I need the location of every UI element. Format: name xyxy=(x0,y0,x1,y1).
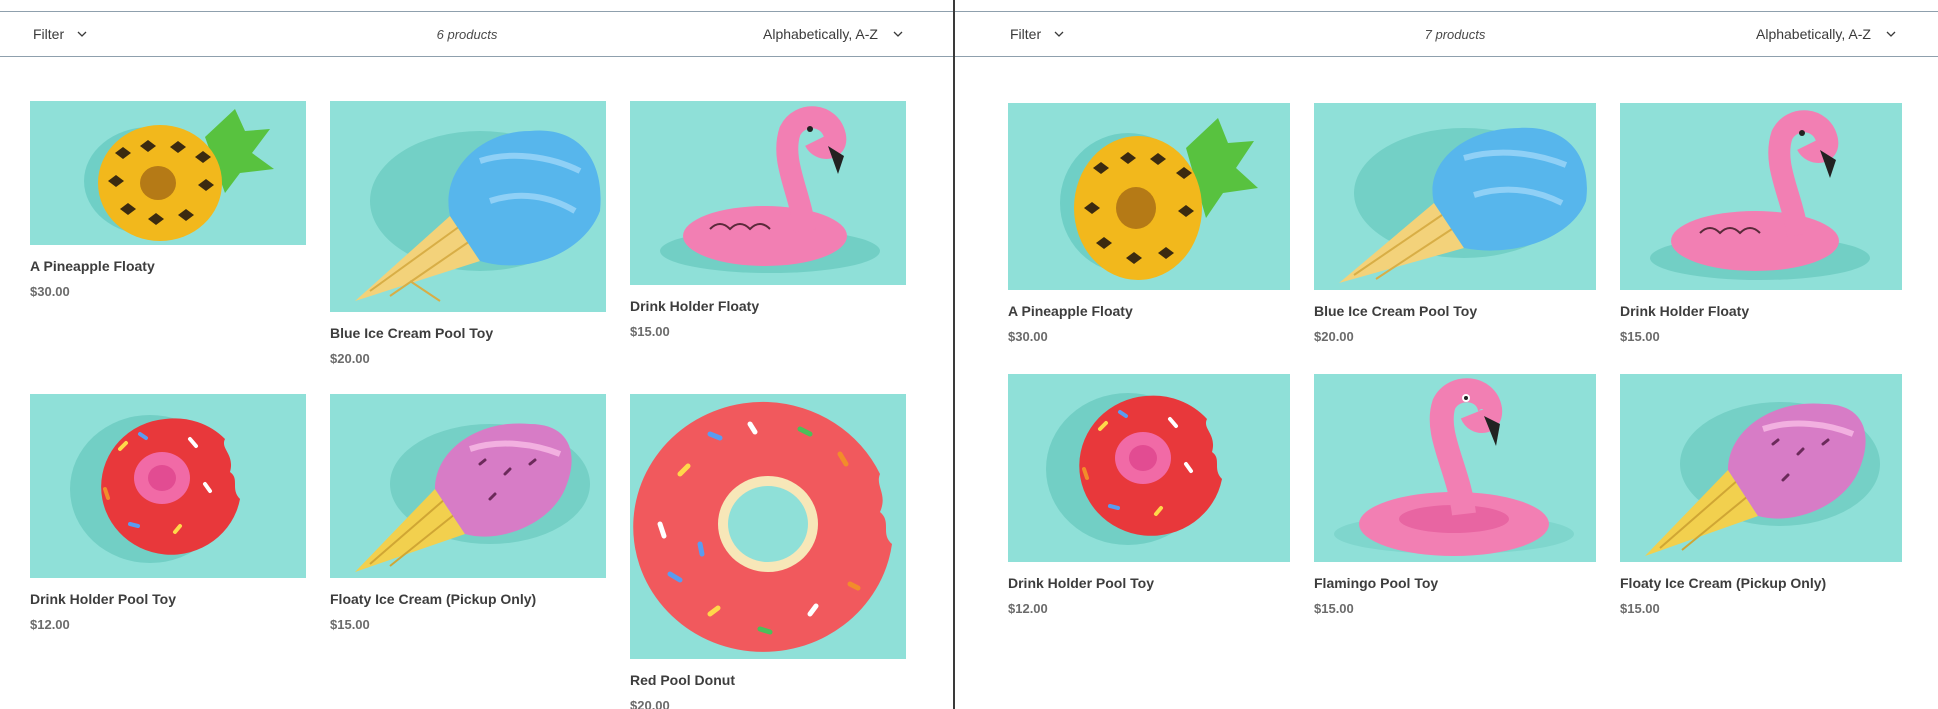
sort-label: Alphabetically, A-Z xyxy=(763,26,878,42)
product-price: $12.00 xyxy=(1008,601,1048,616)
product-title[interactable]: Blue Ice Cream Pool Toy xyxy=(330,325,606,341)
product-card[interactable]: Drink Holder Floaty $15.00 xyxy=(630,101,906,339)
red-donut-icon[interactable] xyxy=(630,394,906,659)
product-price: $20.00 xyxy=(330,351,370,366)
product-card[interactable]: Blue Ice Cream Pool Toy $20.00 xyxy=(330,101,606,366)
product-title[interactable]: A Pineapple Floaty xyxy=(1008,303,1290,319)
product-price: $30.00 xyxy=(1008,329,1048,344)
pineapple-floaty-icon[interactable] xyxy=(1008,103,1290,290)
product-count: 7 products xyxy=(1424,26,1486,42)
product-price: $20.00 xyxy=(630,698,670,709)
filter-label: Filter xyxy=(1010,26,1042,42)
product-title[interactable]: Blue Ice Cream Pool Toy xyxy=(1314,303,1596,319)
product-price: $30.00 xyxy=(30,284,70,299)
product-title[interactable]: Drink Holder Floaty xyxy=(1620,303,1902,319)
product-price: $15.00 xyxy=(1620,329,1660,344)
pineapple-floaty-icon[interactable] xyxy=(30,101,306,245)
product-title[interactable]: Drink Holder Pool Toy xyxy=(1008,575,1290,591)
product-card[interactable]: Drink Holder Floaty $15.00 xyxy=(1620,103,1902,344)
product-card[interactable]: Drink Holder Pool Toy $12.00 xyxy=(30,394,306,632)
product-card[interactable]: Drink Holder Pool Toy $12.00 xyxy=(1008,374,1290,616)
sort-label: Alphabetically, A-Z xyxy=(1756,26,1871,42)
blue-ice-cream-icon[interactable] xyxy=(1314,103,1596,290)
filter-label: Filter xyxy=(33,26,65,42)
filter-button[interactable]: Filter xyxy=(33,12,88,56)
product-title[interactable]: Red Pool Donut xyxy=(630,672,906,688)
product-title[interactable]: A Pineapple Floaty xyxy=(30,258,306,274)
product-card[interactable]: Blue Ice Cream Pool Toy $20.00 xyxy=(1314,103,1596,344)
product-title[interactable]: Drink Holder Floaty xyxy=(630,298,906,314)
filter-button[interactable]: Filter xyxy=(1010,12,1065,56)
product-collection-left: Filter 6 products Alphabetically, A-Z A … xyxy=(0,0,953,709)
flamingo-drink-holder-icon[interactable] xyxy=(1620,103,1902,290)
product-count: 6 products xyxy=(436,26,498,42)
product-price: $15.00 xyxy=(1620,601,1660,616)
product-card[interactable]: Floaty Ice Cream (Pickup Only) $15.00 xyxy=(1620,374,1902,616)
product-price: $15.00 xyxy=(330,617,370,632)
flamingo-drink-holder-icon[interactable] xyxy=(630,101,906,285)
collection-toolbar: Filter 6 products Alphabetically, A-Z xyxy=(0,11,953,57)
product-card[interactable]: A Pineapple Floaty $30.00 xyxy=(1008,103,1290,344)
product-card[interactable]: Flamingo Pool Toy $15.00 xyxy=(1314,374,1596,616)
chevron-down-icon xyxy=(893,31,903,37)
chevron-down-icon xyxy=(1886,31,1896,37)
collection-toolbar: Filter 7 products Alphabetically, A-Z xyxy=(955,11,1938,57)
chevron-down-icon xyxy=(1054,31,1064,37)
pink-ice-cream-icon[interactable] xyxy=(1620,374,1902,562)
product-title[interactable]: Floaty Ice Cream (Pickup Only) xyxy=(1620,575,1902,591)
sort-select[interactable]: Alphabetically, A-Z xyxy=(763,12,904,56)
product-title[interactable]: Drink Holder Pool Toy xyxy=(30,591,306,607)
donut-drink-holder-icon[interactable] xyxy=(30,394,306,578)
product-price: $15.00 xyxy=(630,324,670,339)
product-price: $20.00 xyxy=(1314,329,1354,344)
blue-ice-cream-icon[interactable] xyxy=(330,101,606,312)
chevron-down-icon xyxy=(77,31,87,37)
product-card[interactable]: Floaty Ice Cream (Pickup Only) $15.00 xyxy=(330,394,606,632)
product-collection-right: Filter 7 products Alphabetically, A-Z A … xyxy=(955,0,1938,709)
sort-select[interactable]: Alphabetically, A-Z xyxy=(1756,12,1897,56)
product-card[interactable]: Red Pool Donut $20.00 xyxy=(630,394,906,709)
flamingo-pool-toy-icon[interactable] xyxy=(1314,374,1596,562)
product-card[interactable]: A Pineapple Floaty $30.00 xyxy=(30,101,306,299)
product-price: $15.00 xyxy=(1314,601,1354,616)
product-title[interactable]: Floaty Ice Cream (Pickup Only) xyxy=(330,591,606,607)
product-price: $12.00 xyxy=(30,617,70,632)
pink-ice-cream-icon[interactable] xyxy=(330,394,606,578)
product-title[interactable]: Flamingo Pool Toy xyxy=(1314,575,1596,591)
donut-drink-holder-icon[interactable] xyxy=(1008,374,1290,562)
